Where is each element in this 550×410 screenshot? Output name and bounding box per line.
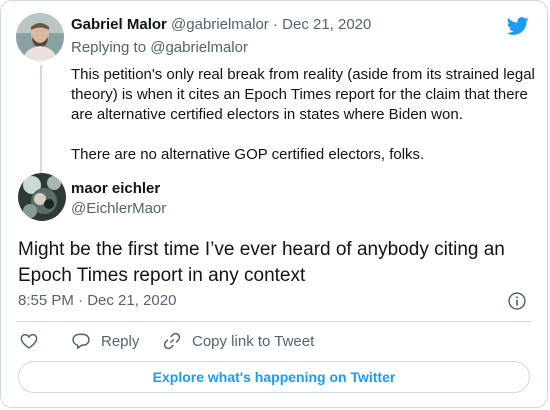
like-button[interactable] — [19, 331, 39, 351]
speech-bubble-icon — [72, 333, 90, 349]
author-handle[interactable]: @gabrielmalor — [171, 16, 269, 33]
tweet-date[interactable]: Dec 21, 2020 — [87, 292, 176, 309]
reply-label: Reply — [101, 332, 140, 350]
heart-icon — [20, 333, 38, 349]
replying-to[interactable]: Replying to @gabrielmalor — [71, 39, 248, 56]
parent-tweet-text: This petition's only real break from rea… — [71, 65, 541, 165]
author-name[interactable]: Gabriel Malor — [71, 16, 167, 33]
main-tweet-author[interactable]: maor eichler @EichlerMaor — [16, 173, 526, 223]
info-icon[interactable] — [507, 291, 527, 311]
tweet-time[interactable]: 8:55 PM — [18, 292, 74, 309]
main-tweet-text: Might be the first time I’ve ever heard … — [18, 239, 505, 286]
copy-link-button[interactable]: Copy link to Tweet — [162, 331, 314, 351]
embedded-tweet-card: Gabriel Malor @gabrielmalor · Dec 21, 20… — [0, 0, 548, 408]
link-icon — [163, 332, 181, 350]
parent-tweet-header: Gabriel Malor @gabrielmalor · Dec 21, 20… — [71, 16, 371, 33]
tweet-paragraph: This petition's only real break from rea… — [71, 66, 535, 123]
avatar[interactable] — [18, 173, 66, 221]
author-name[interactable]: maor eichler — [71, 180, 160, 197]
separator-dot: · — [272, 16, 278, 33]
tweet-date[interactable]: Dec 21, 2020 — [282, 16, 371, 33]
reply-button[interactable]: Reply — [71, 331, 139, 351]
thread-connector-line — [40, 65, 42, 177]
separator-dot: · — [78, 292, 84, 309]
avatar[interactable] — [16, 13, 64, 61]
author-handle[interactable]: @EichlerMaor — [71, 200, 166, 217]
tweet-timestamp[interactable]: 8:55 PM · Dec 21, 2020 — [18, 292, 176, 309]
tweet-paragraph: There are no alternative GOP certified e… — [71, 146, 425, 163]
explore-twitter-button[interactable]: Explore what's happening on Twitter — [18, 361, 530, 393]
copy-link-label: Copy link to Tweet — [192, 332, 315, 350]
twitter-bird-icon[interactable] — [507, 15, 529, 37]
divider — [16, 321, 532, 322]
